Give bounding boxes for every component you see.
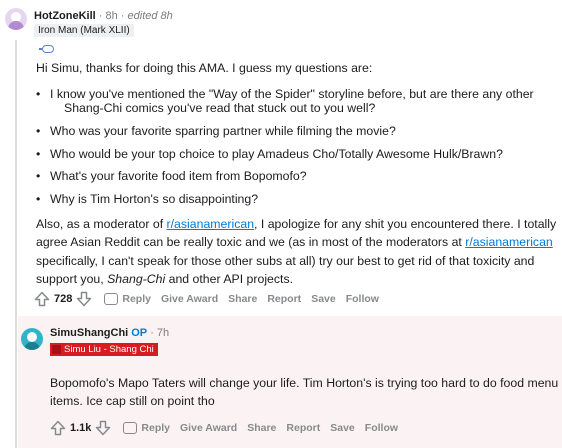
comment-actions: 728 Reply Give Award Share Report Save F…: [34, 291, 389, 307]
follow-button[interactable]: Follow: [346, 293, 379, 305]
questions-list-rest: Who was your favorite sparring partner w…: [36, 122, 503, 212]
share-button[interactable]: Share: [247, 422, 276, 434]
reply-avatar[interactable]: [21, 328, 43, 350]
report-button[interactable]: Report: [267, 293, 301, 305]
reply-button[interactable]: Reply: [104, 293, 151, 305]
reply-button[interactable]: Reply: [123, 422, 170, 434]
downvote-icon[interactable]: [76, 291, 92, 307]
comment-username[interactable]: HotZoneKill: [34, 10, 96, 22]
vote-score: 728: [54, 293, 73, 305]
award-icon[interactable]: [39, 45, 54, 53]
give-award-button[interactable]: Give Award: [161, 293, 218, 305]
downvote-icon[interactable]: [95, 420, 111, 436]
upvote-icon[interactable]: [50, 420, 66, 436]
thread-line[interactable]: [15, 40, 17, 448]
upvote-icon[interactable]: [34, 291, 50, 307]
subreddit-link[interactable]: r/asianamerican: [465, 235, 552, 249]
list-item-continuation: Shang-Chi comics you've read that stuck …: [64, 101, 376, 115]
reply-text: Bopomofo's Mapo Taters will change your …: [50, 376, 559, 409]
list-item: Who was your favorite sparring partner w…: [36, 122, 503, 145]
reply-time[interactable]: 7h: [157, 327, 169, 339]
give-award-button[interactable]: Give Award: [180, 422, 237, 434]
list-item: What's your favorite food item from Bopo…: [36, 167, 503, 190]
user-flair: Iron Man (Mark XLII): [34, 24, 134, 37]
reply-actions: 1.1k Reply Give Award Share Report Save …: [50, 420, 408, 436]
follow-button[interactable]: Follow: [365, 422, 398, 434]
reply-username[interactable]: SimuShangChi: [50, 327, 128, 339]
comment-time[interactable]: 8h: [106, 10, 118, 22]
report-button[interactable]: Report: [286, 422, 320, 434]
comment-intro: Hi Simu, thanks for doing this AMA. I gu…: [36, 61, 373, 75]
comment-meta: HotZoneKill · 8h · edited 8h: [34, 10, 173, 22]
chat-icon: [123, 422, 138, 434]
chat-icon: [104, 293, 119, 305]
reply-meta: SimuShangChi OP · 7h: [50, 327, 170, 339]
comment-closing: Also, as a moderator of r/asianamerican,…: [36, 217, 557, 287]
op-badge: OP: [131, 327, 148, 339]
vote-score: 1.1k: [70, 422, 92, 434]
list-item: Why is Tim Horton's so disappointing?: [36, 190, 503, 213]
edited-label: edited 8h: [127, 10, 173, 22]
reply-flair: Simu Liu - Shang Chi: [50, 343, 158, 356]
save-button[interactable]: Save: [330, 422, 355, 434]
user-avatar[interactable]: [5, 8, 27, 30]
save-button[interactable]: Save: [311, 293, 336, 305]
list-item: Who would be your top choice to play Ama…: [36, 145, 503, 168]
subreddit-link[interactable]: r/asianamerican: [167, 217, 254, 231]
share-button[interactable]: Share: [228, 293, 257, 305]
